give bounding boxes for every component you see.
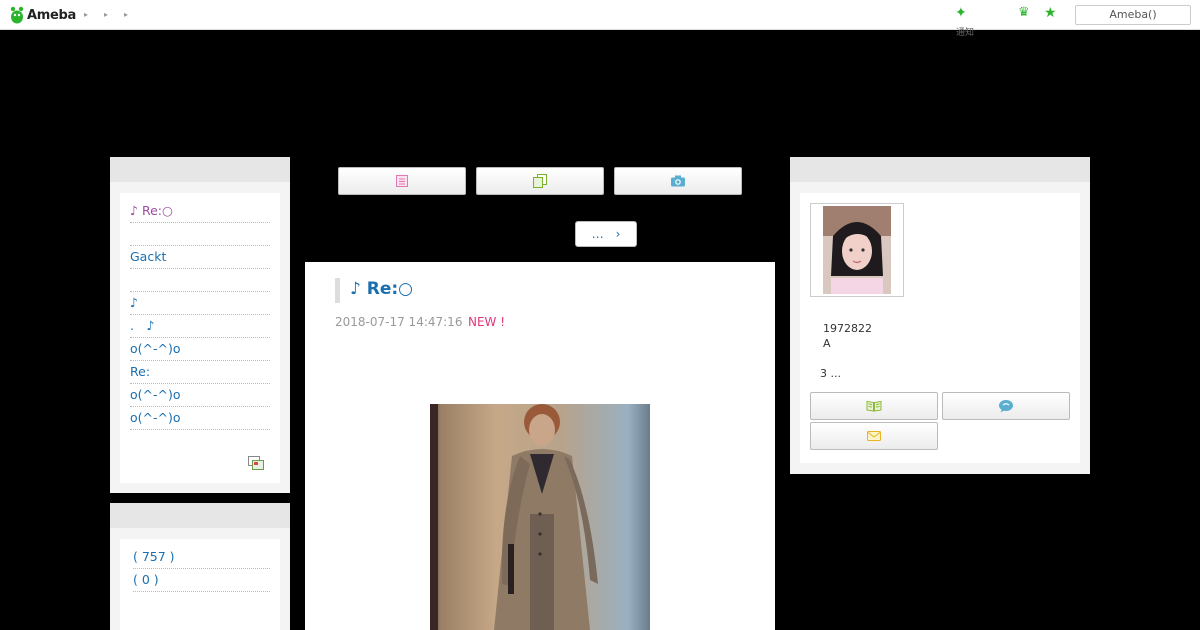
entries-tab-button[interactable] bbox=[338, 167, 466, 195]
notification-star-icon[interactable]: ✦ bbox=[955, 5, 967, 21]
notification-label: 通知 bbox=[956, 28, 975, 38]
recent-entry-link[interactable] bbox=[130, 223, 270, 246]
themes-header bbox=[110, 503, 290, 528]
breadcrumb-arrow[interactable]: ▸ bbox=[124, 10, 128, 19]
chat-button[interactable] bbox=[942, 392, 1070, 420]
ameba-mascot-icon bbox=[10, 6, 24, 24]
theme-link[interactable]: ( 757 ) bbox=[133, 546, 270, 569]
mail-icon bbox=[867, 431, 881, 441]
favorite-star-icon[interactable]: ★ bbox=[1044, 5, 1057, 21]
camera-icon bbox=[671, 175, 685, 187]
recent-entry-link[interactable]: o(^-^)o bbox=[130, 407, 270, 430]
profile-summary: 3 ... bbox=[820, 367, 841, 380]
recent-entry-link[interactable]: ♪ Re:○ bbox=[130, 200, 270, 223]
crown-icon[interactable]: ♛ bbox=[1018, 5, 1030, 20]
open-book-icon bbox=[866, 400, 882, 412]
next-entry-button[interactable]: … › bbox=[575, 221, 637, 247]
document-icon bbox=[396, 175, 408, 187]
profile-avatar-frame[interactable] bbox=[810, 203, 904, 297]
recent-entry-link[interactable]: o(^-^)o bbox=[130, 384, 270, 407]
recent-entry-link[interactable]: . ♪ bbox=[130, 315, 270, 338]
new-badge: NEW ! bbox=[468, 315, 506, 329]
message-button[interactable] bbox=[810, 422, 938, 450]
logo-text: Ameba bbox=[27, 7, 77, 23]
article-date: 2018-07-17 14:47:16 bbox=[335, 315, 463, 329]
profile-id: 1972822 bbox=[823, 322, 872, 335]
copy-pages-icon bbox=[533, 174, 547, 188]
entry-list-tab-button[interactable] bbox=[476, 167, 604, 195]
person-in-coat-image bbox=[430, 404, 598, 630]
theme-link[interactable]: ( 0 ) bbox=[133, 569, 270, 592]
reader-register-button[interactable] bbox=[810, 392, 938, 420]
ameba-account-button[interactable]: Ameba() bbox=[1075, 5, 1191, 25]
article-title[interactable]: ♪ Re:○ bbox=[350, 279, 413, 299]
title-accent-bar bbox=[335, 278, 340, 303]
avatar bbox=[823, 206, 891, 294]
recent-entry-link[interactable]: Gackt bbox=[130, 246, 270, 269]
chat-bubble-icon bbox=[999, 400, 1013, 413]
breadcrumb-arrow[interactable]: ▸ bbox=[104, 10, 108, 19]
profile-attribute: A bbox=[823, 337, 831, 350]
recent-entries-header bbox=[110, 157, 290, 182]
profile-header bbox=[790, 157, 1090, 182]
recent-entry-link[interactable] bbox=[130, 269, 270, 292]
breadcrumb-arrow[interactable]: ▸ bbox=[84, 10, 88, 19]
recent-entry-link[interactable]: o(^-^)o bbox=[130, 338, 270, 361]
recent-entry-link[interactable]: Re: bbox=[130, 361, 270, 384]
entry-list-icon[interactable] bbox=[248, 456, 264, 470]
recent-entry-link[interactable]: ♪ bbox=[130, 292, 270, 315]
article-photo[interactable] bbox=[430, 404, 650, 630]
photos-tab-button[interactable] bbox=[614, 167, 742, 195]
ameba-logo[interactable]: Ameba bbox=[10, 6, 76, 24]
